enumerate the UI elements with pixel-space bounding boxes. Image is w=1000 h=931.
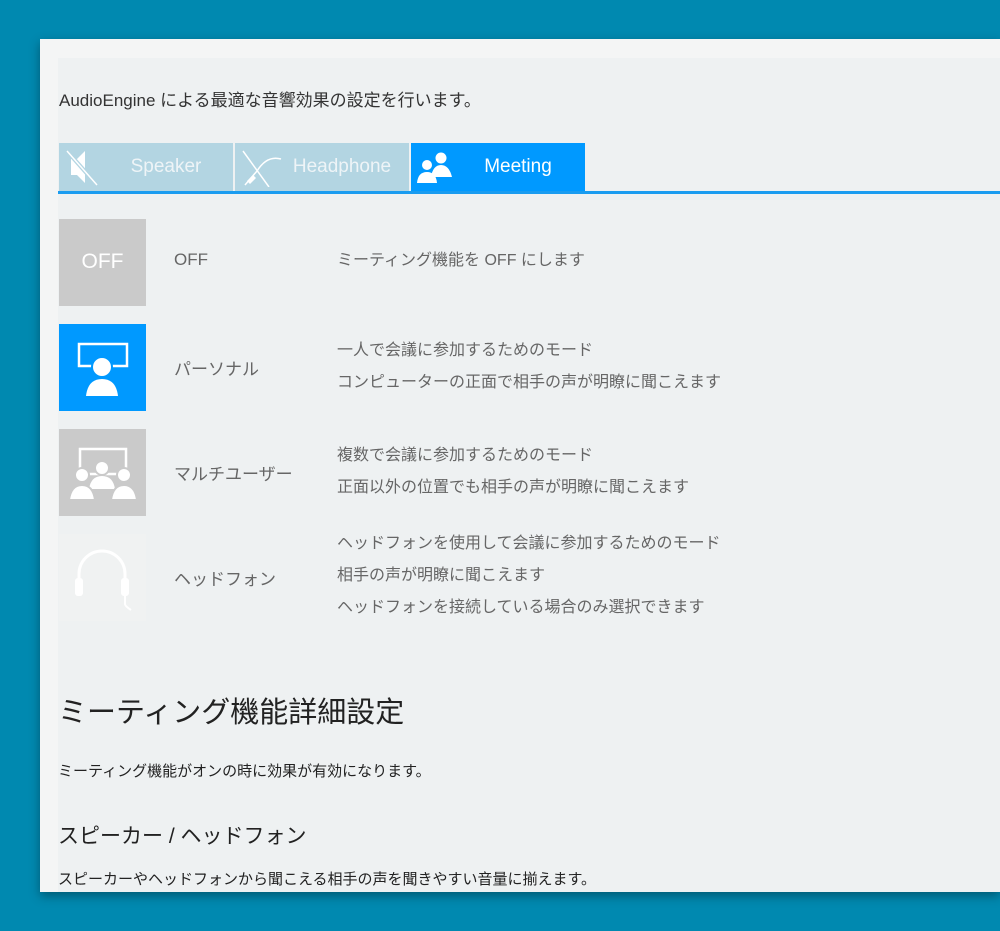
mode-tile-off[interactable]: OFF <box>59 219 146 306</box>
intro-text: AudioEngine による最適な音響効果の設定を行います。 <box>59 91 481 110</box>
section-desc: スピーカーやヘッドフォンから聞こえる相手の声を聞きやすい音量に揃えます。 <box>58 871 597 888</box>
tab-label: Speaker <box>130 156 202 177</box>
mode-name: ヘッドフォン <box>174 570 276 589</box>
tab-speaker[interactable]: Speaker <box>59 143 233 191</box>
tab-label: Headphone <box>292 156 392 177</box>
mode-desc: 一人で会議に参加するためのモード コンピューターの正面で相手の声が明瞭に聞こえま… <box>337 335 721 399</box>
mode-tile-headphone <box>59 534 146 621</box>
tab-meeting[interactable]: Meeting <box>411 143 585 191</box>
mode-headphone: ヘッドフォン ヘッドフォンを使用して会議に参加するためのモード 相手の声が明瞭に… <box>59 534 959 621</box>
desc-line: 複数で会議に参加するためのモード <box>337 447 594 464</box>
off-tile-text: OFF <box>81 250 124 273</box>
mode-name: マルチユーザー <box>174 465 293 484</box>
desc-line: ヘッドフォンを使用して会議に参加するためのモード <box>337 535 721 552</box>
mode-desc: ヘッドフォンを使用して会議に参加するためのモード 相手の声が明瞭に聞こえます ヘ… <box>337 528 721 624</box>
mode-desc: ミーティング機能を OFF にします <box>337 245 585 277</box>
mode-name: OFF <box>174 250 208 269</box>
personal-presenter-icon <box>77 342 129 396</box>
tab-headphone[interactable]: Headphone <box>235 143 409 191</box>
desc-line: コンピューターの正面で相手の声が明瞭に聞こえます <box>337 374 722 391</box>
mode-tile-personal[interactable] <box>59 324 146 411</box>
details-title: ミーティング機能詳細設定 <box>58 697 405 729</box>
multi-user-icon <box>67 447 139 501</box>
mode-personal[interactable]: パーソナル 一人で会議に参加するためのモード コンピューターの正面で相手の声が明… <box>59 324 959 411</box>
section-title: スピーカー / ヘッドフォン <box>58 825 307 848</box>
desc-line: 一人で会議に参加するためのモード <box>337 342 594 359</box>
settings-panel: AudioEngine による最適な音響効果の設定を行います。 Speaker … <box>40 39 1000 892</box>
tab-underline <box>58 191 1000 194</box>
mode-desc: 複数で会議に参加するためのモード 正面以外の位置でも相手の声が明瞭に聞こえます <box>337 440 689 504</box>
tab-label: Meeting <box>484 156 552 177</box>
mode-name: パーソナル <box>174 360 259 379</box>
mode-tile-multi-user[interactable] <box>59 429 146 516</box>
desc-line: ヘッドフォンを接続している場合のみ選択できます <box>337 599 705 616</box>
desc-line: 正面以外の位置でも相手の声が明瞭に聞こえます <box>337 479 690 496</box>
details-note: ミーティング機能がオンの時に効果が有効になります。 <box>58 763 431 780</box>
content-area: AudioEngine による最適な音響効果の設定を行います。 Speaker … <box>58 58 1000 892</box>
mode-multi-user[interactable]: マルチユーザー 複数で会議に参加するためのモード 正面以外の位置でも相手の声が明… <box>59 429 959 516</box>
desc-line: ミーティング機能を OFF にします <box>337 252 585 269</box>
desc-line: 相手の声が明瞭に聞こえます <box>337 567 546 584</box>
mode-off[interactable]: OFF OFF ミーティング機能を OFF にします <box>59 219 959 306</box>
tab-bar: Speaker Headphone Meeting <box>59 143 587 191</box>
headset-icon <box>75 549 132 611</box>
